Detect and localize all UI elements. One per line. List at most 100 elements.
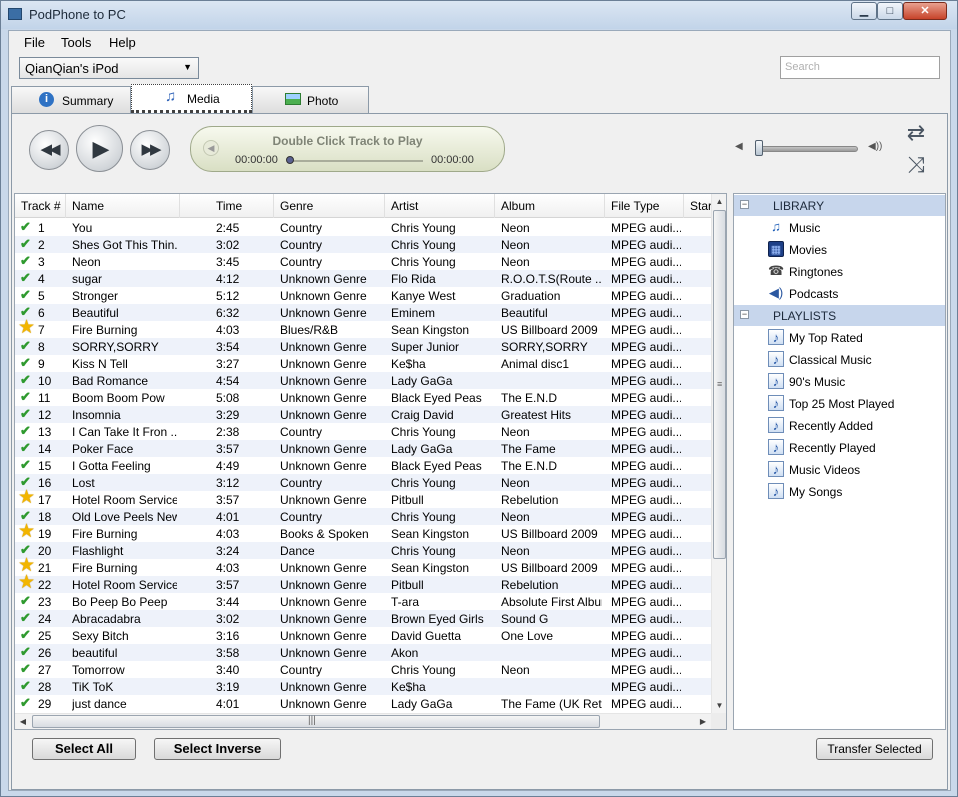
checkmark-icon[interactable]: ✔ (20, 627, 34, 643)
tab-summary[interactable]: i Summary (11, 86, 131, 113)
table-row[interactable]: ✔ 3 Neon 3:45 Country Chris Young Neon MPEG aud… (15, 253, 711, 270)
select-all-button[interactable]: Select All (32, 738, 136, 760)
table-row[interactable]: ✔ 2 Shes Got This Thin... 3:02 Country Chris … (15, 236, 711, 253)
checkmark-icon[interactable]: ✔ (20, 338, 34, 354)
volume-slider-thumb[interactable] (754, 140, 763, 156)
checkmark-icon[interactable]: ✔ (20, 389, 34, 405)
table-row[interactable]: ★ 22 Hotel Room Service 3:57 Unknown Genre Pi… (15, 573, 711, 593)
column-header-star[interactable]: Star (684, 194, 711, 218)
playlists-header[interactable]: − PLAYLISTS (734, 305, 945, 326)
collapse-icon[interactable]: − (740, 200, 749, 209)
scroll-left-icon[interactable]: ◀ (15, 714, 31, 729)
table-row[interactable]: ✔ 9 Kiss N Tell 3:27 Unknown Genre Ke$ha Anima… (15, 355, 711, 372)
table-row[interactable]: ★ 17 Hotel Room Service 3:57 Unknown Genre Pi… (15, 488, 711, 508)
table-row[interactable]: ✔ 12 Insomnia 3:29 Unknown Genre Craig David G… (15, 406, 711, 423)
select-inverse-button[interactable]: Select Inverse (154, 738, 281, 760)
scroll-down-icon[interactable]: ▼ (712, 698, 726, 713)
volume-slider[interactable] (755, 146, 858, 152)
table-row[interactable]: ✔ 5 Stronger 5:12 Unknown Genre Kanye West Gra… (15, 287, 711, 304)
checkmark-icon[interactable]: ✔ (20, 236, 34, 252)
checkmark-icon[interactable]: ✔ (20, 457, 34, 473)
table-row[interactable]: ✔ 24 Abracadabra 3:02 Unknown Genre Brown Eye… (15, 610, 711, 627)
table-row[interactable]: ✔ 10 Bad Romance 4:54 Unknown Genre Lady GaGa… (15, 372, 711, 389)
maximize-button[interactable]: □ (877, 2, 903, 20)
checkmark-icon[interactable]: ✔ (20, 440, 34, 456)
table-row[interactable]: ✔ 11 Boom Boom Pow 5:08 Unknown Genre Black E… (15, 389, 711, 406)
vertical-scrollbar[interactable]: ▲ ≡ ▼ (711, 194, 726, 713)
table-row[interactable]: ✔ 15 I Gotta Feeling 4:49 Unknown Genre Black… (15, 457, 711, 474)
transfer-selected-button[interactable]: Transfer Selected (816, 738, 933, 760)
table-row[interactable]: ✔ 6 Beautiful 6:32 Unknown Genre Eminem Beauti… (15, 304, 711, 321)
table-row[interactable]: ★ 7 Fire Burning 4:03 Blues/R&B Sean Kingston… (15, 318, 711, 338)
star-icon[interactable]: ★ (18, 522, 36, 541)
menu-file[interactable]: File (24, 35, 45, 50)
checkmark-icon[interactable]: ✔ (20, 406, 34, 422)
checkmark-icon[interactable]: ✔ (20, 287, 34, 303)
checkmark-icon[interactable]: ✔ (20, 423, 34, 439)
column-header-album[interactable]: Album (495, 194, 605, 218)
column-header-time[interactable]: Time (210, 194, 274, 218)
checkmark-icon[interactable]: ✔ (20, 661, 34, 677)
table-row[interactable]: ✔ 28 TiK ToK 3:19 Unknown Genre Ke$ha MPEG aud… (15, 678, 711, 695)
checkmark-icon[interactable]: ✔ (20, 270, 34, 286)
track-list[interactable]: Track # Name Time Genre Artist Album Fil… (14, 193, 727, 730)
library-item-podcasts[interactable]: ◀) Podcasts (734, 282, 945, 304)
checkmark-icon[interactable]: ✔ (20, 372, 34, 388)
table-row[interactable]: ★ 21 Fire Burning 4:03 Unknown Genre Sean Kin… (15, 556, 711, 576)
table-row[interactable]: ✔ 20 Flashlight 3:24 Dance Chris Young Neon MPE… (15, 542, 711, 559)
playlist-item[interactable]: ♪ 90's Music (734, 370, 945, 392)
table-row[interactable]: ✔ 1 You 2:45 Country Chris Young Neon MPEG audi… (15, 219, 711, 236)
star-icon[interactable]: ★ (18, 488, 36, 507)
column-header-genre[interactable]: Genre (274, 194, 385, 218)
tab-media[interactable]: ♫ Media (131, 84, 252, 113)
column-header-artist[interactable]: Artist (385, 194, 495, 218)
playlist-item[interactable]: ♪ Recently Added (734, 414, 945, 436)
table-row[interactable]: ✔ 25 Sexy Bitch 3:16 Unknown Genre David Guet… (15, 627, 711, 644)
playlist-item[interactable]: ♪ Classical Music (734, 348, 945, 370)
column-header-track[interactable]: Track # (15, 194, 66, 218)
scroll-right-icon[interactable]: ▶ (695, 714, 711, 729)
menu-tools[interactable]: Tools (61, 35, 91, 50)
checkmark-icon[interactable]: ✔ (20, 610, 34, 626)
table-row[interactable]: ✔ 13 I Can Take It Fron ... 2:38 Country Chri… (15, 423, 711, 440)
checkmark-icon[interactable]: ✔ (20, 593, 34, 609)
menu-help[interactable]: Help (109, 35, 136, 50)
table-row[interactable]: ✔ 23 Bo Peep Bo Peep 3:44 Unknown Genre T-ara… (15, 593, 711, 610)
scroll-up-icon[interactable]: ▲ (712, 194, 726, 209)
table-row[interactable]: ✔ 29 just dance 4:01 Unknown Genre Lady GaGa T… (15, 695, 711, 712)
progress-track[interactable] (288, 160, 423, 162)
title-bar[interactable]: PodPhone to PC ▁ □ ✕ (1, 1, 957, 29)
collapse-icon[interactable]: − (740, 310, 749, 319)
play-button[interactable]: ▶ (76, 125, 123, 172)
table-row[interactable]: ✔ 18 Old Love Peels New 4:01 Country Chris Yo… (15, 508, 711, 525)
tab-photo[interactable]: Photo (252, 86, 369, 113)
checkmark-icon[interactable]: ✔ (20, 695, 34, 711)
checkmark-icon[interactable]: ✔ (20, 253, 34, 269)
table-row[interactable]: ★ 19 Fire Burning 4:03 Books & Spoken Sean Ki… (15, 522, 711, 542)
next-track-button[interactable]: ▶▶ (130, 130, 170, 170)
library-header[interactable]: − LIBRARY (734, 195, 945, 216)
checkmark-icon[interactable]: ✔ (20, 219, 34, 235)
star-icon[interactable]: ★ (18, 318, 36, 337)
search-input[interactable]: Search (780, 56, 940, 79)
shuffle-icon[interactable]: ⤨ (903, 154, 929, 176)
close-button[interactable]: ✕ (903, 2, 947, 20)
minimize-button[interactable]: ▁ (851, 2, 877, 20)
table-row[interactable]: ✔ 4 sugar 4:12 Unknown Genre Flo Rida R.O.O.T.… (15, 270, 711, 287)
progress-handle[interactable] (286, 156, 294, 164)
playlist-item[interactable]: ♪ Top 25 Most Played (734, 392, 945, 414)
repeat-icon[interactable]: ⇄ (903, 122, 929, 144)
library-item-ringtones[interactable]: ☎ Ringtones (734, 260, 945, 282)
table-row[interactable]: ✔ 26 beautiful 3:58 Unknown Genre Akon MPEG au… (15, 644, 711, 661)
checkmark-icon[interactable]: ✔ (20, 355, 34, 371)
checkmark-icon[interactable]: ✔ (20, 678, 34, 694)
table-row[interactable]: ✔ 27 Tomorrow 3:40 Country Chris Young Neon MPE… (15, 661, 711, 678)
playlist-item[interactable]: ♪ Music Videos (734, 458, 945, 480)
library-item-music[interactable]: ♫ Music (734, 216, 945, 238)
horizontal-scrollbar[interactable]: ◀ ||| ▶ (15, 713, 711, 729)
playlist-item[interactable]: ♪ Recently Played (734, 436, 945, 458)
playlist-item[interactable]: ♪ My Top Rated (734, 326, 945, 348)
table-row[interactable]: ✔ 16 Lost 3:12 Country Chris Young Neon MPEG au… (15, 474, 711, 491)
horizontal-scroll-thumb[interactable]: ||| (32, 715, 600, 728)
device-dropdown[interactable]: QianQian's iPod ▼ (19, 57, 199, 79)
